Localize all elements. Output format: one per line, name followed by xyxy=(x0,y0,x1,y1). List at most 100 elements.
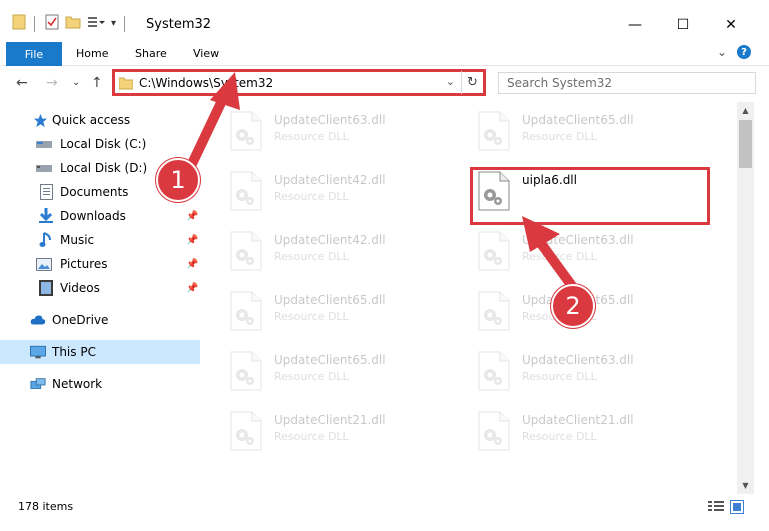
tab-file[interactable]: File xyxy=(6,42,62,66)
file-type: Resource DLL xyxy=(274,130,349,143)
tab-view[interactable]: View xyxy=(193,47,219,60)
help-icon[interactable]: ? xyxy=(737,45,751,59)
file-name: UpdateClient65.dll xyxy=(274,293,386,307)
customize-qat-icon[interactable] xyxy=(87,15,105,32)
navigation-bar: ← → ⌄ ↑ C:\Windows\System32 ⌄ ↻ Search S… xyxy=(0,67,769,101)
folder-icon xyxy=(118,76,134,93)
network-icon xyxy=(30,376,46,392)
sidebar-item-onedrive[interactable]: OneDrive xyxy=(0,308,200,332)
step-marker-1: 1 xyxy=(156,158,200,202)
videos-icon xyxy=(38,280,54,296)
dll-file-icon xyxy=(478,231,510,271)
pictures-icon xyxy=(36,256,52,272)
file-name: UpdateClient21.dll xyxy=(522,413,634,427)
vertical-scrollbar[interactable]: ▲ ▼ xyxy=(737,102,754,494)
refresh-button[interactable]: ↻ xyxy=(461,71,483,94)
chevron-down-icon[interactable]: ▾ xyxy=(111,18,116,29)
sidebar-item-network[interactable]: Network xyxy=(0,372,200,396)
pin-icon[interactable]: 📌 xyxy=(186,283,198,294)
sidebar-item-this-pc[interactable]: This PC xyxy=(0,340,200,364)
scroll-up-icon[interactable]: ▲ xyxy=(737,102,754,119)
scroll-down-icon[interactable]: ▼ xyxy=(737,477,754,494)
sidebar-item-pictures[interactable]: Pictures 📌 xyxy=(0,252,200,276)
dll-file-icon xyxy=(478,291,510,331)
sidebar-item-local-disk-c[interactable]: Local Disk (C:) xyxy=(0,132,200,156)
file-name: UpdateClient21.dll xyxy=(274,413,386,427)
scroll-thumb[interactable] xyxy=(739,120,752,168)
music-icon xyxy=(38,232,54,248)
sidebar-item-videos[interactable]: Videos 📌 xyxy=(0,276,200,300)
documents-icon xyxy=(38,184,54,200)
quick-access-toolbar: ▾ xyxy=(12,14,129,33)
large-icons-view-icon[interactable] xyxy=(730,500,744,517)
pin-icon[interactable]: 📌 xyxy=(186,235,198,246)
sidebar-item-label: Network xyxy=(52,377,103,391)
up-button[interactable]: ↑ xyxy=(91,75,103,91)
sidebar-item-label: Music xyxy=(60,233,95,247)
address-path[interactable]: C:\Windows\System32 xyxy=(139,76,273,90)
sidebar-item-label: Quick access xyxy=(52,113,131,127)
chevron-down-icon[interactable]: ⌄ xyxy=(446,75,455,88)
back-button[interactable]: ← xyxy=(16,75,28,91)
recent-locations-button[interactable]: ⌄ xyxy=(72,77,80,88)
star-icon xyxy=(32,112,48,128)
sidebar-item-quick-access[interactable]: Quick access xyxy=(0,108,200,132)
sidebar-item-label: Pictures xyxy=(60,257,108,271)
folder-icon xyxy=(12,14,26,33)
file-item[interactable]: UpdateClient65.dll Resource DLL xyxy=(226,287,466,335)
new-folder-icon[interactable] xyxy=(65,15,81,32)
drive-icon xyxy=(36,136,52,152)
dll-file-icon xyxy=(230,171,262,211)
file-item[interactable]: UpdateClient63.dll Resource DLL xyxy=(474,347,714,395)
sidebar-item-label: This PC xyxy=(52,345,96,359)
dll-file-icon xyxy=(478,351,510,391)
downloads-icon xyxy=(38,208,54,224)
search-input[interactable]: Search System32 xyxy=(498,72,756,94)
pin-icon[interactable]: 📌 xyxy=(186,211,198,222)
dll-file-icon xyxy=(230,351,262,391)
minimize-button[interactable]: — xyxy=(612,10,658,40)
sidebar-item-label: Documents xyxy=(60,185,129,199)
file-item[interactable]: UpdateClient65.dll Resource DLL xyxy=(474,107,714,155)
file-item[interactable]: UpdateClient65.dll Resource DLL xyxy=(226,347,466,395)
sidebar-item-music[interactable]: Music 📌 xyxy=(0,228,200,252)
dll-file-icon xyxy=(230,231,262,271)
tab-share[interactable]: Share xyxy=(135,47,167,60)
file-name: UpdateClient42.dll xyxy=(274,233,386,247)
dll-file-icon xyxy=(478,411,510,451)
file-item[interactable]: UpdateClient42.dll Resource DLL xyxy=(226,227,466,275)
tab-home[interactable]: Home xyxy=(76,47,108,60)
item-count: 178 items xyxy=(18,500,74,513)
file-type: Resource DLL xyxy=(522,250,597,263)
file-type: Resource DLL xyxy=(522,430,597,443)
sidebar-item-label: Local Disk (D:) xyxy=(60,161,148,175)
details-view-icon[interactable] xyxy=(708,500,724,517)
file-item[interactable]: UpdateClient21.dll Resource DLL xyxy=(226,407,466,455)
close-button[interactable]: ✕ xyxy=(708,10,754,40)
divider xyxy=(124,15,126,32)
file-item[interactable]: UpdateClient63.dll Resource DLL xyxy=(226,107,466,155)
forward-button[interactable]: → xyxy=(46,75,58,91)
divider xyxy=(34,15,35,32)
maximize-button[interactable]: ☐ xyxy=(660,10,706,40)
file-item[interactable]: UpdateClient21.dll Resource DLL xyxy=(474,407,714,455)
file-type: Resource DLL xyxy=(274,190,349,203)
highlight-box xyxy=(470,167,710,225)
expand-ribbon-icon[interactable]: ⌄ xyxy=(717,45,727,59)
sidebar-item-downloads[interactable]: Downloads 📌 xyxy=(0,204,200,228)
dll-file-icon xyxy=(230,291,262,331)
dll-file-icon xyxy=(230,111,262,151)
file-type: Resource DLL xyxy=(522,370,597,383)
pin-icon[interactable]: 📌 xyxy=(186,259,198,270)
file-name: UpdateClient63.dll xyxy=(522,233,634,247)
file-item[interactable]: UpdateClient42.dll Resource DLL xyxy=(226,167,466,215)
sidebar-item-label: Downloads xyxy=(60,209,126,223)
status-bar: 178 items xyxy=(0,496,769,518)
properties-icon[interactable] xyxy=(45,14,59,33)
file-type: Resource DLL xyxy=(274,310,349,323)
sidebar-item-label: OneDrive xyxy=(52,313,109,327)
file-name: UpdateClient42.dll xyxy=(274,173,386,187)
file-item[interactable]: UpdateClient63.dll Resource DLL xyxy=(474,227,714,275)
address-bar[interactable]: C:\Windows\System32 ⌄ ↻ xyxy=(112,69,486,96)
step-marker-2: 2 xyxy=(551,284,595,328)
